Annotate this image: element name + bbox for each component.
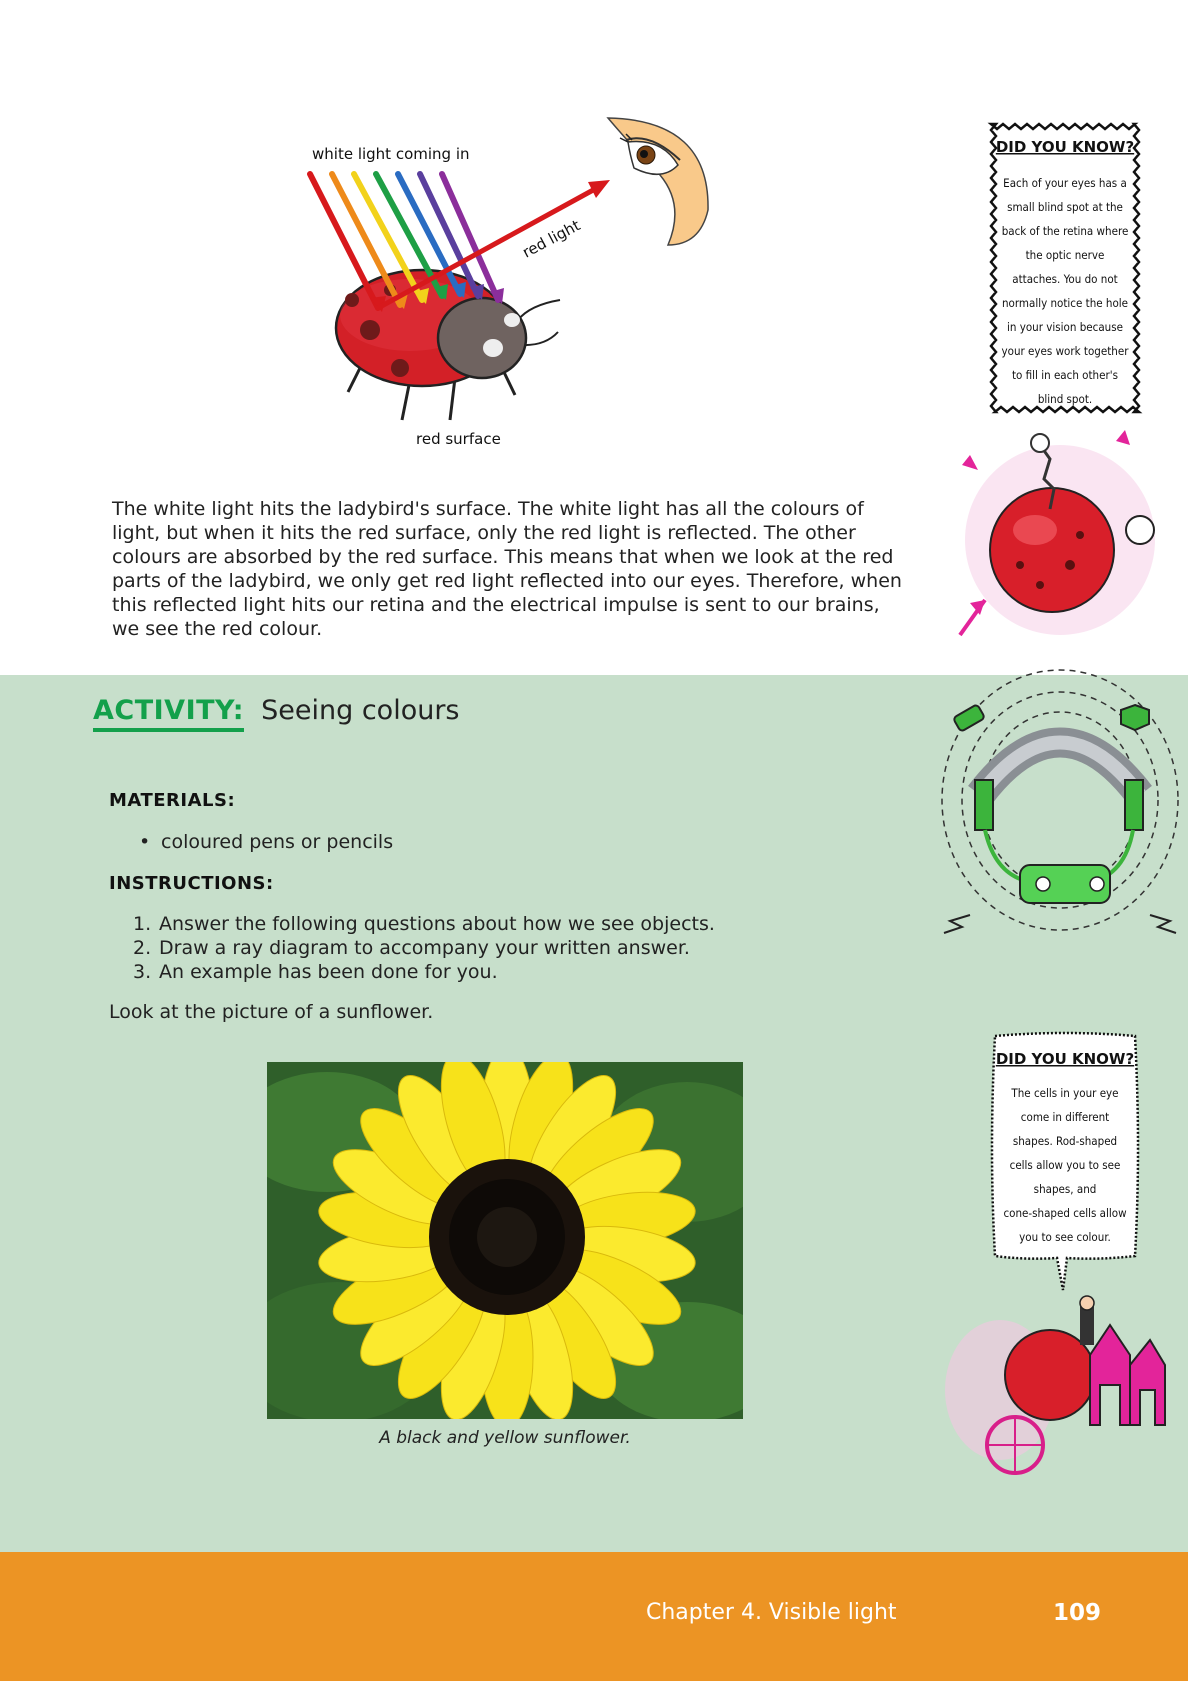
- fact-line: The cells in your eye: [1010, 1086, 1118, 1100]
- fact-line: small blind spot at the: [1007, 200, 1123, 214]
- materials-list: • coloured pens or pencils: [131, 830, 731, 854]
- list-item: 3. An example has been done for you.: [109, 960, 809, 984]
- ladybird-ray-diagram: white light coming in red light red surf…: [307, 117, 709, 448]
- red-surface-label: red surface: [416, 430, 501, 448]
- fact-line: shapes, and: [1034, 1182, 1097, 1196]
- fact-line: the optic nerve: [1026, 248, 1105, 262]
- fact-line: shapes. Rod-shaped: [1013, 1134, 1117, 1148]
- fact-line: Each of your eyes has a: [1003, 176, 1127, 190]
- page-footer: [0, 1552, 1188, 1681]
- slinky-battery-illustration: [941, 669, 1179, 934]
- fact-line: to fill in each other's: [1012, 368, 1118, 382]
- fact-line: attaches. You do not: [1012, 272, 1117, 286]
- intro-paragraph: The white light hits the ladybird's surf…: [112, 498, 902, 640]
- instructions-label: INSTRUCTIONS:: [109, 873, 274, 894]
- fact-line: you to see colour.: [1019, 1230, 1111, 1244]
- instruction-text: Draw a ray diagram to accompany your wri…: [159, 937, 690, 959]
- sunflower-photo: [267, 1062, 743, 1419]
- page-number: 109: [1053, 1600, 1102, 1626]
- fact-line: blind spot.: [1038, 392, 1092, 406]
- fact-line: back of the retina where: [1002, 224, 1129, 238]
- instruction-text: An example has been done for you.: [159, 961, 498, 983]
- list-item: 2. Draw a ray diagram to accompany your …: [109, 936, 809, 960]
- eye-illustration: [606, 117, 709, 246]
- instruction-number: 1.: [133, 913, 152, 935]
- apple-astronaut-illustration: [958, 430, 1155, 637]
- did-you-know-title: DID YOU KNOW?: [996, 1050, 1134, 1068]
- sunflower-prompt: Look at the picture of a sunflower.: [109, 1001, 434, 1023]
- activity-label: ACTIVITY:: [93, 695, 245, 732]
- list-item: • coloured pens or pencils: [131, 830, 731, 854]
- fact-line: cells allow you to see: [1010, 1158, 1121, 1172]
- chapter-title: Chapter 4. Visible light: [646, 1600, 897, 1625]
- incoming-light-label: white light coming in: [312, 145, 470, 163]
- instruction-text: Answer the following questions about how…: [159, 913, 715, 935]
- materials-label: MATERIALS:: [109, 790, 236, 811]
- instruction-number: 2.: [133, 937, 152, 959]
- fact-line: your eyes work together: [1002, 344, 1130, 358]
- material-text: coloured pens or pencils: [161, 831, 394, 853]
- bullet-icon: •: [139, 831, 151, 853]
- activity-heading: ACTIVITY: Seeing colours: [93, 695, 460, 732]
- instruction-number: 3.: [133, 961, 152, 983]
- list-item: 1. Answer the following questions about …: [109, 912, 809, 936]
- did-you-know-title: DID YOU KNOW?: [996, 138, 1134, 156]
- instructions-list: 1. Answer the following questions about …: [109, 912, 809, 984]
- activity-title: Seeing colours: [261, 695, 460, 726]
- fact-line: in your vision because: [1007, 320, 1123, 334]
- fact-line: normally notice the hole: [1002, 296, 1128, 310]
- did-you-know-box-1: DID YOU KNOW? Each of your eyes has a sm…: [987, 122, 1143, 414]
- fact-line: come in different: [1021, 1110, 1109, 1124]
- sunflower-caption: A black and yellow sunflower.: [379, 1428, 631, 1448]
- did-you-know-box-2: DID YOU KNOW? The cells in your eye come…: [990, 1031, 1140, 1291]
- fact-line: cone-shaped cells allow: [1003, 1206, 1127, 1220]
- apple-carriage-illustration: [945, 1295, 1166, 1475]
